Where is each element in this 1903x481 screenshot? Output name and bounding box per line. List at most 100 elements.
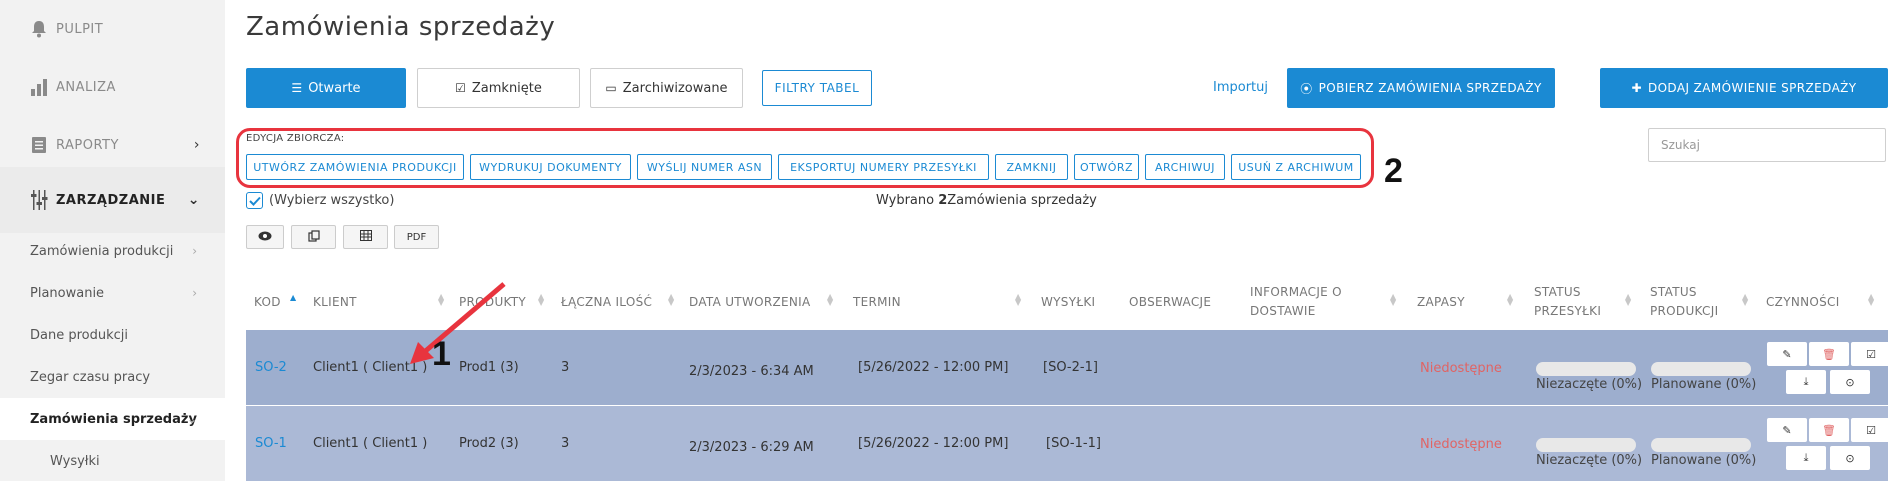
sidebar-item-zarzadzanie[interactable]: ZARZĄDZANIE ⌄ [0,167,225,233]
tab-open[interactable]: ☰ Otwarte [246,68,406,108]
download-button[interactable]: ⤓ [1786,370,1826,394]
sort-icon: ▲ ▼ [1742,292,1749,307]
term-cell: [5/26/2022 - 12:00 PM] [858,360,1009,375]
select-all-checkbox[interactable] [246,192,263,209]
sidebar-item-zamowienia-sprzedazy[interactable]: Zamówienia sprzedaży ⌄ [0,398,225,440]
eye-toggle-button[interactable] [246,225,284,249]
sidebar-item-label: PULPIT [56,21,104,37]
order-code-link[interactable]: SO-1 [255,436,287,451]
trash-icon: 🗑 [1822,423,1836,437]
excel-export-button[interactable] [343,225,388,249]
delete-button[interactable]: 🗑 [1809,342,1849,366]
chevron-down-icon: ⌄ [187,192,200,208]
production-status-text: Planowane (0%) [1651,377,1757,392]
import-link[interactable]: Importuj [1213,80,1268,95]
fetch-sales-orders-label: POBIERZ ZAMÓWIENIA SPRZEDAŻY [1318,81,1542,95]
bell-icon [28,18,50,40]
inbox-icon: ▭ [605,81,617,95]
annotation-arrow [410,282,506,364]
header-total-qty[interactable]: ŁĄCZNA ILOŚĆ [561,293,652,312]
sidebar-item-wysylki[interactable]: Wysyłki [0,440,225,481]
shipment-status-text: Niezaczęte (0%) [1536,377,1643,392]
close-order-button[interactable]: ☑ [1851,418,1891,442]
header-shipment-status[interactable]: STATUS PRZESYŁKI [1534,283,1601,321]
header-actions: CZYNNOŚCI [1766,295,1840,309]
header-shipments[interactable]: WYSYŁKI [1041,293,1095,312]
sidebar-item-label: Zamówienia sprzedaży [30,411,197,427]
plus-icon: ✚ [1631,81,1642,95]
header-client[interactable]: KLIENT [313,293,357,312]
select-all[interactable]: (Wybierz wszystko) [246,192,394,209]
header-ship-status-line2: PRZESYŁKI [1534,304,1602,318]
edit-icon: ✎ [1782,423,1792,437]
qty-cell: 3 [561,360,570,375]
header-notes[interactable]: OBSERWACJE [1129,293,1211,312]
sidebar-item-zamowienia-produkcji[interactable]: Zamówienia produkcji › [0,230,225,272]
table-row[interactable]: SO-1 Client1 ( Client1 ) Prod2 (3) 3 2/3… [246,406,1891,481]
order-code-link[interactable]: SO-2 [255,360,287,375]
select-all-label: (Wybierz wszystko) [269,193,395,208]
details-button[interactable]: ⊙ [1830,446,1870,470]
tab-archived[interactable]: ▭ Zarchiwizowane [590,68,743,108]
header-delivery-line1: INFORMACJE O [1250,285,1342,299]
add-sales-order-button[interactable]: ✚ DODAJ ZAMÓWIENIE SPRZEDAŻY [1600,68,1888,108]
details-button[interactable]: ⊙ [1830,370,1870,394]
download-button[interactable]: ⤓ [1786,446,1826,470]
sort-icon: ▲ ▼ [538,292,545,307]
sidebar-item-zegar-czasu-pracy[interactable]: Zegar czasu pracy [0,356,225,398]
term-cell: [5/26/2022 - 12:00 PM] [858,436,1009,451]
edit-button[interactable]: ✎ [1767,342,1807,366]
check-square-icon: ☑ [1866,347,1876,361]
sort-asc-icon: ▲ [290,293,297,302]
check-square-icon: ☑ [1866,423,1876,437]
header-term[interactable]: TERMIN [853,293,901,312]
header-created[interactable]: DATA UTWORZENIA [689,293,811,312]
client-cell: Client1 ( Client1 ) [313,436,428,451]
table-filters-button[interactable]: FILTRY TABEL [762,70,872,106]
copy-icon [307,229,320,245]
header-delivery-info[interactable]: INFORMACJE O DOSTAWIE [1250,283,1342,321]
sidebar-item-label: RAPORTY [56,137,119,153]
copy-button[interactable] [291,225,336,249]
download-icon: ⤓ [1803,451,1809,464]
sort-icon: ▲ ▼ [1868,292,1875,307]
check-square-icon: ☑ [455,81,466,95]
selection-summary: Wybrano 2Zamówienia sprzedaży [876,193,1097,208]
header-stock[interactable]: ZAPASY [1417,293,1465,312]
sidebar-item-label: Zegar czasu pracy [30,369,151,385]
close-order-button[interactable]: ☑ [1851,342,1891,366]
sidebar-item-raporty[interactable]: RAPORTY › [0,116,225,174]
sort-icon: ▲ ▼ [1507,292,1514,307]
eye-icon [258,231,272,244]
pdf-export-button[interactable]: PDF [394,225,439,249]
stock-status: Niedostępne [1420,437,1502,452]
delete-button[interactable]: 🗑 [1809,418,1849,442]
page-title: Zamówienia sprzedaży [246,12,556,42]
download-icon: ⤓ [1803,375,1809,388]
header-ship-status-line1: STATUS [1534,285,1581,299]
sort-icon: ▲ ▼ [668,292,675,307]
search-input[interactable]: Szukaj [1648,128,1886,162]
tab-closed[interactable]: ☑ Zamknięte [417,68,580,108]
fetch-sales-orders-button[interactable]: ⦿ POBIERZ ZAMÓWIENIA SPRZEDAŻY [1287,68,1555,108]
edit-icon: ✎ [1782,347,1792,361]
sidebar-item-planowanie[interactable]: Planowanie › [0,272,225,314]
chevron-down-icon: ⌄ [186,412,197,426]
sort-icon: ▲ ▼ [1625,292,1632,307]
shipments-cell: [SO-2-1] [1043,360,1098,375]
header-code[interactable]: KOD [254,293,281,312]
sidebar-item-pulpit[interactable]: PULPIT [0,0,225,58]
sidebar-item-analiza[interactable]: ANALIZA [0,58,225,116]
created-cell: 2/3/2023 - 6:29 AM [689,440,814,455]
header-production-status[interactable]: STATUS PRODUKCJI [1650,283,1718,321]
edit-button[interactable]: ✎ [1767,418,1807,442]
sidebar-item-dane-produkcji[interactable]: Dane produkcji [0,314,225,356]
chevron-right-icon: › [192,244,197,258]
target-icon: ⊙ [1845,375,1855,389]
shipment-progress-bar [1536,438,1636,452]
add-sales-order-label: DODAJ ZAMÓWIENIE SPRZEDAŻY [1647,81,1857,95]
chevron-right-icon: › [192,286,197,300]
header-prod-status-line1: STATUS [1650,285,1697,299]
list-icon: ☰ [291,81,303,95]
products-cell: Prod2 (3) [459,436,519,451]
